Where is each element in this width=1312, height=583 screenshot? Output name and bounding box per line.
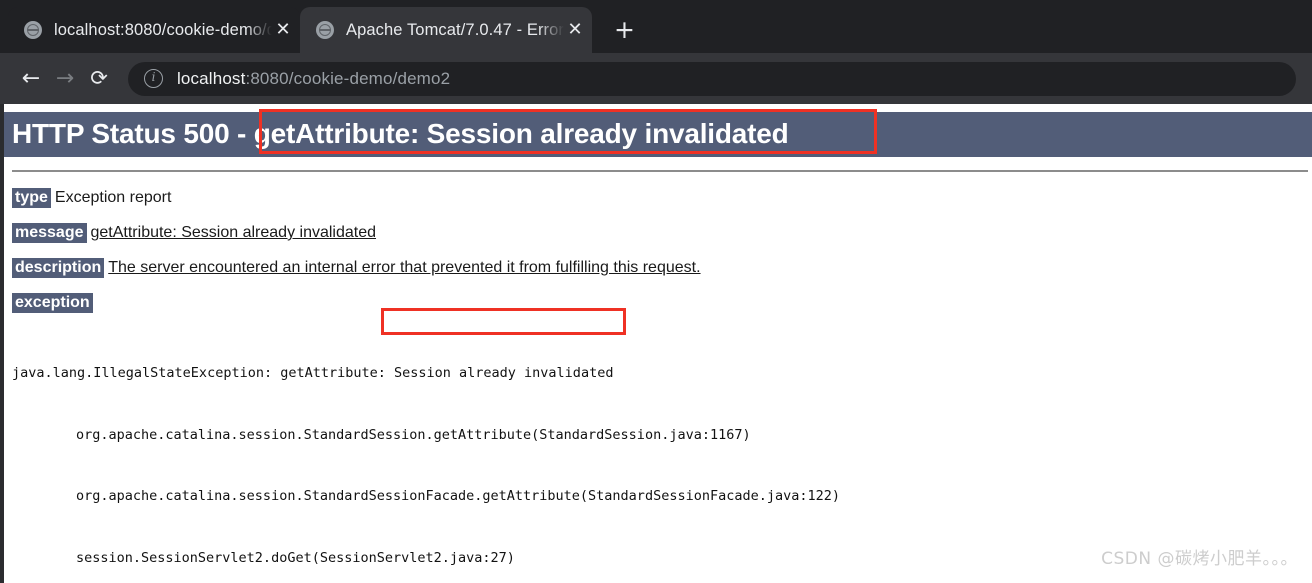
row-type: type Exception report (4, 188, 1312, 208)
row-message-value: getAttribute: Session already invalidate… (90, 224, 377, 241)
row-type-label: type (12, 188, 51, 208)
tab-strip: localhost:8080/cookie-demo/d ✕ Apache To… (0, 0, 1312, 53)
row-message: message getAttribute: Session already inv… (4, 223, 1312, 243)
globe-icon (316, 21, 334, 39)
http-status-banner: HTTP Status 500 - getAttribute: Session … (4, 112, 1312, 157)
row-description-label: description (12, 258, 105, 278)
browser-tab-1[interactable]: localhost:8080/cookie-demo/d ✕ (8, 7, 300, 53)
address-bar-path: :8080/cookie-demo/demo2 (245, 68, 451, 88)
watermark: CSDN @碳烤小肥羊。。。 (1101, 549, 1298, 569)
browser-tab-2[interactable]: Apache Tomcat/7.0.47 - Error r ✕ (300, 7, 592, 53)
forward-icon[interactable]: → (48, 67, 82, 90)
back-icon[interactable]: ← (14, 67, 48, 90)
close-icon[interactable]: ✕ (564, 21, 586, 39)
row-exception: exception (4, 293, 1312, 313)
globe-icon (24, 21, 42, 39)
page-viewport: HTTP Status 500 - getAttribute: Session … (0, 104, 1312, 583)
row-description-value: The server encountered an internal error… (108, 259, 701, 276)
browser-toolbar: ← → ⟳ i localhost:8080/cookie-demo/demo2 (0, 53, 1312, 104)
header-divider (12, 170, 1308, 172)
address-bar-url: localhost:8080/cookie-demo/demo2 (177, 69, 450, 89)
address-bar-host: localhost (177, 68, 246, 88)
row-exception-label: exception (12, 293, 93, 313)
stack-trace-line: org.apache.catalina.session.StandardSess… (76, 488, 841, 504)
row-type-value: Exception report (54, 189, 172, 206)
reload-icon[interactable]: ⟳ (82, 68, 116, 89)
new-tab-button[interactable]: + (614, 17, 635, 42)
close-icon[interactable]: ✕ (272, 21, 294, 39)
stack-trace-line: java.lang.IllegalStateException: getAttr… (12, 365, 614, 381)
browser-tab-2-title: Apache Tomcat/7.0.47 - Error r (346, 20, 564, 39)
stack-trace-line: org.apache.catalina.session.StandardSess… (76, 426, 751, 443)
error-page: HTTP Status 500 - getAttribute: Session … (4, 104, 1312, 583)
browser-tab-1-title: localhost:8080/cookie-demo/d (54, 20, 272, 39)
browser-window: localhost:8080/cookie-demo/d ✕ Apache To… (0, 0, 1312, 583)
row-message-label: message (12, 223, 87, 243)
row-description: description The server encountered an int… (4, 258, 1312, 278)
address-bar[interactable]: i localhost:8080/cookie-demo/demo2 (128, 61, 1296, 96)
site-info-icon[interactable]: i (144, 69, 163, 88)
